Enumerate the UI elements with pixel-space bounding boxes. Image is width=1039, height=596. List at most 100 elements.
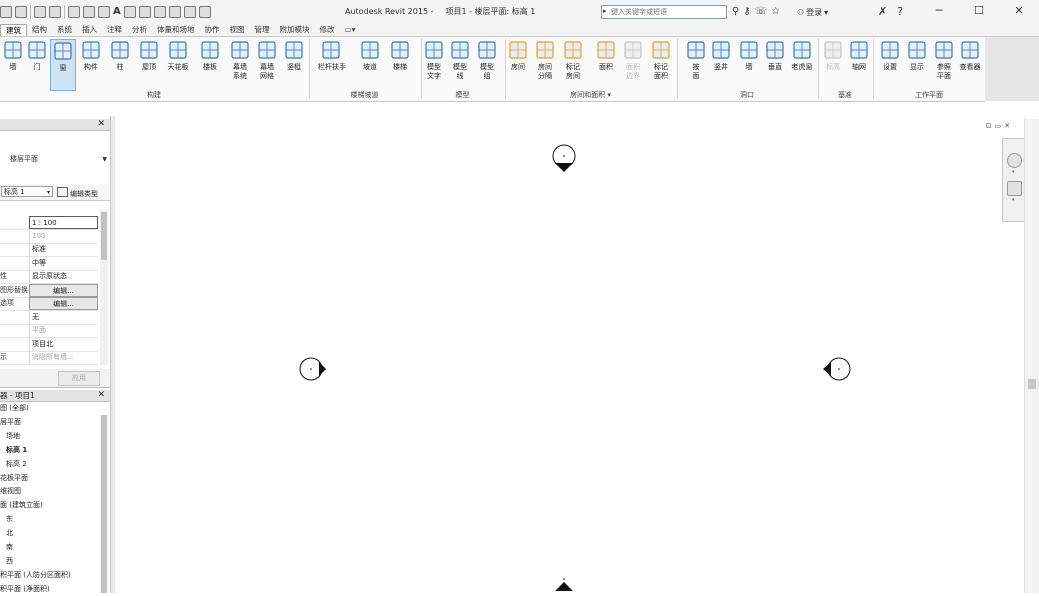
tree-item[interactable]: 标高 2 xyxy=(6,458,27,471)
tab-11[interactable]: 修改 xyxy=(315,24,340,36)
property-edit-button[interactable]: 编辑... xyxy=(29,283,98,297)
tree-item[interactable]: 北 xyxy=(6,527,13,540)
property-value[interactable]: 无 xyxy=(29,310,98,324)
area-button[interactable]: 面积 xyxy=(593,39,619,91)
print-icon[interactable] xyxy=(68,6,80,18)
edit-type-button[interactable]: 编辑类型 xyxy=(57,187,98,199)
tree-item[interactable]: 积平面 (人防分区面积) xyxy=(0,569,71,582)
level-selector[interactable]: 标高 1 ▾ xyxy=(1,186,53,197)
tab-overflow-icon[interactable]: ▭▾ xyxy=(340,24,361,36)
communication-icon[interactable]: ☏ xyxy=(755,6,768,17)
tab-3[interactable]: 插入 xyxy=(77,24,102,36)
level-button[interactable]: 标高 xyxy=(820,39,846,91)
canvas-vertical-scrollbar[interactable] xyxy=(1024,119,1039,593)
type-selector[interactable]: 楼层平面 ▼ xyxy=(0,134,110,185)
mullion-button[interactable]: 竖梃 xyxy=(281,39,307,91)
minimize-button[interactable]: ─ xyxy=(919,0,959,22)
close-hidden-icon[interactable] xyxy=(168,6,181,18)
view-close-button[interactable]: ✕ xyxy=(1004,122,1010,130)
login-menu[interactable]: ⚇ 登录 ▾ xyxy=(797,7,828,18)
tab-9[interactable]: 管理 xyxy=(250,24,275,36)
tab-10[interactable]: 附加模块 xyxy=(275,24,315,36)
tree-item[interactable]: 东 xyxy=(6,513,13,526)
model-text-button[interactable]: 模型 文字 xyxy=(421,39,447,91)
tree-item[interactable]: 维视图 xyxy=(0,485,21,498)
property-value[interactable]: 项目北 xyxy=(29,337,98,351)
tree-item[interactable]: 积平面 (净面积) xyxy=(0,583,50,596)
save-icon[interactable] xyxy=(15,6,27,18)
favorites-icon[interactable]: ☆ xyxy=(771,6,780,17)
set-button[interactable]: 设置 xyxy=(877,39,903,91)
ceiling-button[interactable]: 天花板 xyxy=(165,39,191,91)
tab-1[interactable]: 结构 xyxy=(27,24,52,36)
property-value[interactable]: 中等 xyxy=(29,256,98,270)
tab-2[interactable]: 系统 xyxy=(52,24,77,36)
switch-windows-icon[interactable] xyxy=(183,6,196,18)
view-restore-button[interactable]: ⊡ xyxy=(986,122,992,130)
exchange-apps-icon[interactable]: ✗ xyxy=(878,5,887,18)
by-face-button[interactable]: 按 面 xyxy=(683,39,709,91)
tab-7[interactable]: 协作 xyxy=(200,24,225,36)
room-separator-button[interactable]: 房间 分隔 xyxy=(532,39,558,91)
viewer-button[interactable]: 查看器 xyxy=(957,39,983,91)
door-button[interactable]: 门 xyxy=(24,39,50,91)
search-box[interactable]: ▸ xyxy=(601,5,727,19)
tree-item[interactable]: 南 xyxy=(6,541,13,554)
3d-view-icon[interactable] xyxy=(123,6,136,18)
tab-6[interactable]: 体量和场地 xyxy=(152,24,200,36)
chevron-down-icon[interactable]: ▾ xyxy=(1012,169,1015,175)
tab-8[interactable]: 视图 xyxy=(225,24,250,36)
search-expand-icon[interactable]: ▸ xyxy=(603,7,607,15)
stair-button[interactable]: 楼梯 xyxy=(387,39,413,91)
search-input[interactable] xyxy=(611,6,723,18)
chevron-down-icon[interactable]: ▾ xyxy=(1012,197,1015,203)
floor-button[interactable]: 楼板 xyxy=(197,39,223,91)
elevation-marker-south[interactable] xyxy=(550,575,578,593)
column-button[interactable]: 柱 xyxy=(107,39,133,91)
shaft-button[interactable]: 竖井 xyxy=(708,39,734,91)
property-value[interactable]: 平面 xyxy=(29,324,98,337)
model-group-button[interactable]: 模型 组 xyxy=(474,39,500,91)
binoculars-icon[interactable]: ⚲ xyxy=(732,6,739,17)
browser-scrollbar[interactable] xyxy=(100,415,108,593)
browser-scroll-thumb[interactable] xyxy=(101,415,107,593)
property-value[interactable]: 显示原状态 xyxy=(29,270,98,283)
maximize-button[interactable]: ☐ xyxy=(959,0,999,22)
apply-button[interactable]: 应用 xyxy=(58,371,100,386)
curtain-system-button[interactable]: 幕墙 系统 xyxy=(227,39,253,91)
opening-wall-button[interactable]: 墙 xyxy=(736,39,762,91)
tree-item[interactable]: 场地 xyxy=(6,430,20,443)
view-maximize-button[interactable]: ▭ xyxy=(995,122,1002,130)
zoom-icon[interactable] xyxy=(1007,181,1022,196)
wall-button[interactable]: 墙 xyxy=(0,39,26,91)
undo-icon[interactable] xyxy=(34,6,46,18)
elevation-marker-north[interactable] xyxy=(550,143,578,177)
show-button[interactable]: 显示 xyxy=(904,39,930,91)
open-icon[interactable] xyxy=(0,6,12,18)
properties-close-button[interactable]: ✕ xyxy=(97,119,105,130)
property-value[interactable]: 标准 xyxy=(29,243,98,256)
elevation-marker-west[interactable] xyxy=(297,355,331,383)
elevation-marker-east[interactable] xyxy=(819,355,853,383)
ramp-button[interactable]: 坡道 xyxy=(357,39,383,91)
tag-area-button[interactable]: 标记 面积 xyxy=(648,39,674,91)
model-line-button[interactable]: 模型 线 xyxy=(447,39,473,91)
subscription-icon[interactable]: ⚷ xyxy=(743,6,750,17)
tag-room-button[interactable]: 标记 房间 xyxy=(560,39,586,91)
thin-lines-icon[interactable] xyxy=(153,6,166,18)
component-button[interactable]: 构件 xyxy=(78,39,104,91)
measure-icon[interactable] xyxy=(83,6,95,18)
canvas-scroll-thumb[interactable] xyxy=(1028,379,1036,389)
room-button[interactable]: 房间 xyxy=(505,39,531,91)
close-button[interactable]: ✕ xyxy=(999,0,1039,22)
roof-button[interactable]: 屋顶 xyxy=(136,39,162,91)
tab-5[interactable]: 分析 xyxy=(127,24,152,36)
section-icon[interactable] xyxy=(138,6,151,18)
properties-scroll-thumb[interactable] xyxy=(101,212,107,260)
project-browser-close-button[interactable]: ✕ xyxy=(97,390,105,401)
help-button[interactable]: ? xyxy=(897,5,903,18)
property-value[interactable]: 1 : 100 xyxy=(29,216,98,229)
text-tool-icon[interactable]: A xyxy=(113,7,121,17)
drawing-canvas[interactable]: ⊡ ▭ ✕ ▾ ▾ xyxy=(115,119,1026,593)
property-value[interactable]: 消隐所有墙... xyxy=(29,351,98,364)
